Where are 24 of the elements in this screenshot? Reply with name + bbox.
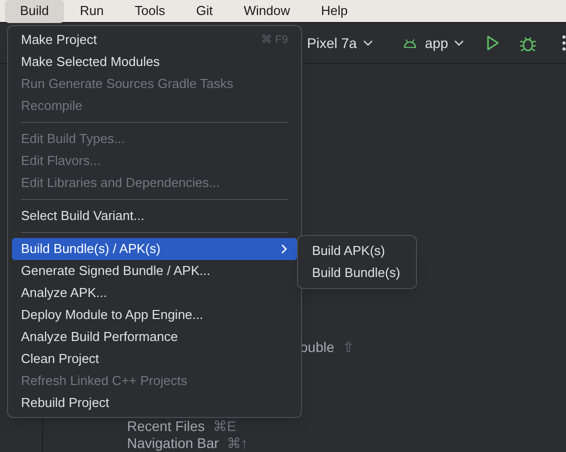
menu-item[interactable]: Make Selected Modules xyxy=(12,51,297,73)
menu-item[interactable]: Generate Signed Bundle / APK... xyxy=(12,260,297,282)
editor-hint: Recent Files xyxy=(127,418,205,434)
menu-bar-item[interactable]: Run xyxy=(64,0,119,22)
menu-bar-item[interactable]: Help xyxy=(306,0,363,22)
run-config-selector[interactable]: app xyxy=(402,32,464,54)
menu-bar-item[interactable]: Build xyxy=(5,0,64,22)
menu-item[interactable]: Rebuild Project xyxy=(12,392,297,414)
menu-bar-item[interactable]: Tools xyxy=(120,0,180,22)
shortcut-hint: ⌘↑ xyxy=(226,435,248,451)
shortcut-hint: ⇧ xyxy=(342,339,354,355)
menu-bar-item[interactable]: Window xyxy=(228,0,306,22)
menu-item[interactable]: Select Build Variant... xyxy=(12,205,297,227)
editor-hint: Navigation Bar xyxy=(127,435,219,451)
submenu-item[interactable]: Build APK(s) xyxy=(302,240,412,262)
menu-item[interactable]: Build Bundle(s) / APK(s) xyxy=(12,238,297,260)
menu-item[interactable]: Clean Project xyxy=(12,348,297,370)
menu-item[interactable]: Deploy Module to App Engine... xyxy=(12,304,297,326)
menu-item[interactable]: Analyze APK... xyxy=(12,282,297,304)
menu-bar-item[interactable]: Git xyxy=(181,0,228,22)
menu-item[interactable]: Analyze Build Performance xyxy=(12,326,297,348)
device-selector[interactable]: Pixel 7a xyxy=(307,32,373,54)
shortcut-hint: ⌘E xyxy=(212,418,236,434)
submenu-item[interactable]: Build Bundle(s) xyxy=(302,262,412,284)
